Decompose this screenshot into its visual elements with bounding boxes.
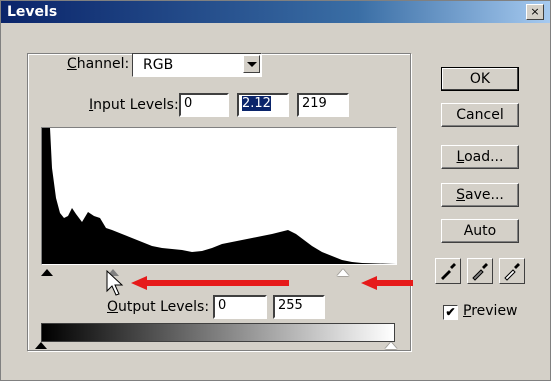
black-eyedropper-button[interactable] <box>435 258 461 284</box>
auto-button[interactable]: Auto <box>441 219 519 243</box>
title-bar[interactable]: Levels × <box>1 1 550 23</box>
output-white-handle[interactable] <box>385 342 397 349</box>
black-eyedropper-icon <box>441 263 456 280</box>
levels-dialog: Levels × Channel: RGB Input Levels: 0 2.… <box>0 0 551 381</box>
input-levels-label: Input Levels: <box>89 97 179 113</box>
preview-label: Preview <box>463 303 518 319</box>
input-black-field[interactable]: 0 <box>179 93 229 117</box>
input-gamma-field[interactable]: 2.12 <box>237 93 289 117</box>
white-eyedropper-icon <box>504 263 520 281</box>
cancel-button[interactable]: Cancel <box>441 103 519 127</box>
arrow-icon <box>131 276 289 290</box>
white-point-handle[interactable] <box>337 269 349 276</box>
ok-button[interactable]: OK <box>441 67 519 91</box>
channel-label: Channel: <box>63 56 134 72</box>
output-levels-label: Output Levels: <box>107 299 210 315</box>
gray-eyedropper-button[interactable] <box>467 258 493 284</box>
output-black-handle[interactable] <box>35 342 47 349</box>
channel-select[interactable]: RGB <box>132 53 262 77</box>
arrow-icon <box>361 276 413 290</box>
output-white-field[interactable]: 255 <box>273 295 325 319</box>
close-icon[interactable]: × <box>526 4 544 20</box>
save-button[interactable]: Save... <box>441 183 519 207</box>
black-point-handle[interactable] <box>41 269 53 276</box>
output-black-field[interactable]: 0 <box>213 295 267 319</box>
window-title: Levels <box>7 4 58 20</box>
cursor-icon <box>106 269 124 296</box>
load-button[interactable]: Load... <box>441 145 519 169</box>
dropdown-arrow-icon[interactable] <box>243 55 260 73</box>
white-eyedropper-button[interactable] <box>499 258 525 284</box>
gray-eyedropper-icon <box>472 263 488 281</box>
channel-value: RGB <box>143 57 174 73</box>
input-white-field[interactable]: 219 <box>297 93 349 117</box>
preview-checkbox[interactable]: ✔ <box>443 305 458 320</box>
histogram-graph <box>42 128 396 264</box>
histogram <box>41 127 397 265</box>
output-gradient-bar <box>41 323 395 342</box>
